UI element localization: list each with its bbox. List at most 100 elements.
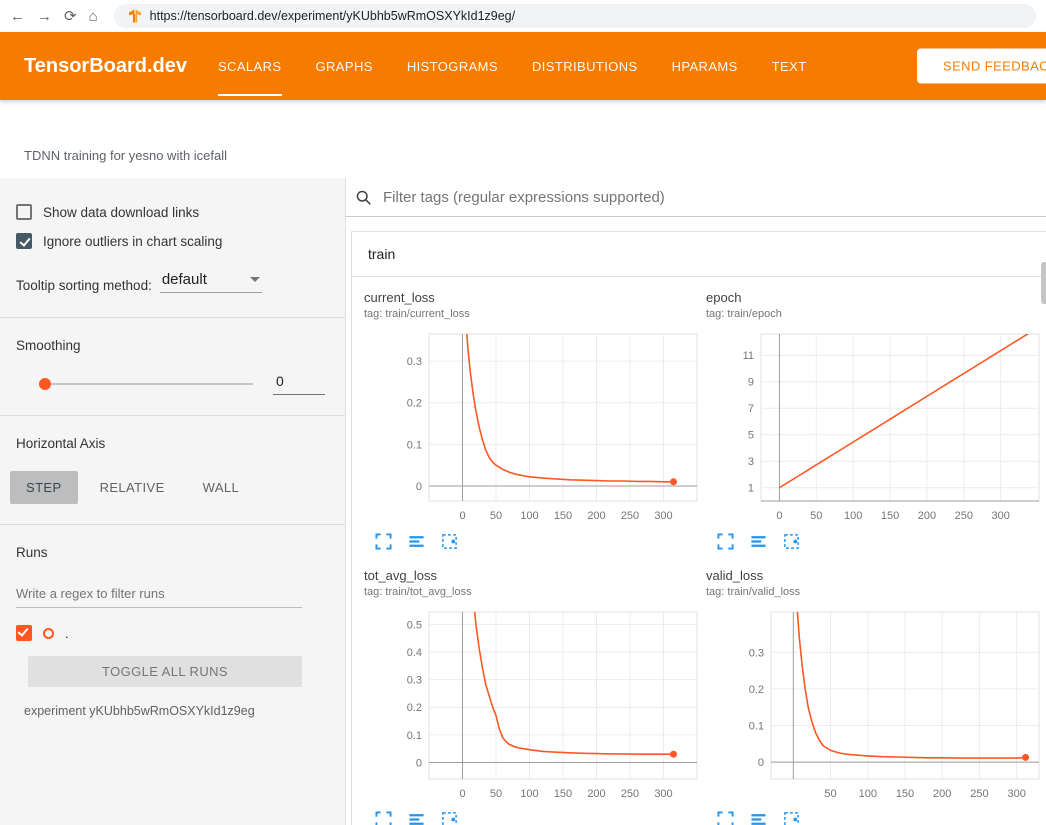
chart-card-current_loss: current_losstag: train/current_loss05010… [364,289,706,551]
runs-label: Runs [16,545,329,560]
chart-toolbar [717,533,1046,551]
fit-domain-icon[interactable] [783,811,801,825]
fullscreen-icon[interactable] [717,533,735,551]
toggle-all-runs-button[interactable]: TOGGLE ALL RUNS [28,656,302,687]
line-chart-epoch[interactable]: 0501001502002503001357911 [706,331,1042,527]
fit-domain-icon[interactable] [441,533,459,551]
fullscreen-icon[interactable] [375,533,393,551]
svg-text:200: 200 [918,510,936,522]
svg-text:250: 250 [955,510,973,522]
smoothing-slider-thumb[interactable] [39,378,51,390]
show-download-links-checkbox-row[interactable]: Show data download links [16,204,329,220]
svg-text:50: 50 [810,510,822,522]
tooltip-sorting-row: Tooltip sorting method: default [16,271,329,297]
smoothing-label: Smoothing [16,338,329,353]
svg-text:150: 150 [554,510,572,522]
svg-text:0.1: 0.1 [749,721,764,733]
tooltip-sorting-label: Tooltip sorting method: [16,278,152,293]
filter-tags-row [346,178,1046,217]
scrollbar-thumb[interactable] [1041,262,1046,304]
tooltip-sorting-select[interactable]: default [160,271,262,293]
chart-toolbar [717,811,1046,825]
forward-icon[interactable]: → [37,9,52,24]
reload-icon[interactable]: ⟳ [64,9,77,24]
ignore-outliers-label: Ignore outliers in chart scaling [43,234,222,249]
line-chart-tot_avg_loss[interactable]: 05010015020025030000.10.20.30.40.5 [364,609,700,805]
experiment-title: TDNN training for yesno with icefall [24,148,227,163]
smoothing-value-field[interactable]: 0 [273,373,325,395]
svg-text:0: 0 [459,788,465,800]
svg-text:0.1: 0.1 [407,439,422,451]
svg-text:7: 7 [748,403,754,415]
settings-sidebar: Show data download links Ignore outliers… [0,178,346,825]
svg-text:0: 0 [416,481,422,493]
tensorboard-favicon [128,9,142,23]
back-icon[interactable]: ← [10,9,25,24]
svg-text:0: 0 [459,510,465,522]
tab-hparams[interactable]: HPARAMS [655,32,755,100]
runs-filter-input[interactable] [16,580,302,608]
chevron-down-icon [250,277,260,282]
home-icon[interactable]: ⌂ [89,9,98,24]
svg-text:0.3: 0.3 [749,647,764,659]
send-feedback-button[interactable]: SEND FEEDBACK [917,49,1046,84]
brand-logo[interactable]: TensorBoard.dev [24,55,187,78]
horizontal-axis-buttons: STEPRELATIVEWALL [10,471,329,504]
svg-text:100: 100 [859,788,877,800]
train-section-header[interactable]: train [352,232,1046,277]
log-scale-icon[interactable] [750,533,768,551]
svg-text:11: 11 [743,350,754,362]
content: Show data download links Ignore outliers… [0,178,1046,825]
svg-text:50: 50 [490,788,502,800]
run-row[interactable]: . [16,625,329,641]
axis-button-wall[interactable]: WALL [187,471,256,504]
divider [0,415,345,416]
chart-title: current_loss [364,289,706,307]
tab-graphs[interactable]: GRAPHS [299,32,390,100]
address-bar[interactable]: https://tensorboard.dev/experiment/yKUbh… [114,4,1036,28]
search-icon [355,189,372,206]
svg-text:0.3: 0.3 [407,356,422,368]
chart-toolbar [375,811,706,825]
chart-title: valid_loss [706,567,1046,585]
tab-text[interactable]: TEXT [755,32,824,100]
svg-text:5: 5 [748,430,754,442]
smoothing-slider-row: 0 [42,373,325,395]
log-scale-icon[interactable] [750,811,768,825]
run-name: . [65,626,69,641]
axis-button-relative[interactable]: RELATIVE [84,471,181,504]
tab-histograms[interactable]: HISTOGRAMS [390,32,515,100]
smoothing-slider[interactable] [42,383,253,385]
line-chart-current_loss[interactable]: 05010015020025030000.10.20.3 [364,331,700,527]
log-scale-icon[interactable] [408,533,426,551]
fit-domain-icon[interactable] [783,533,801,551]
svg-text:300: 300 [991,510,1009,522]
svg-text:100: 100 [520,788,538,800]
chart-tag: tag: train/epoch [706,307,1046,321]
experiment-header: TDNN training for yesno with icefall [0,100,1046,178]
svg-text:1: 1 [748,483,754,495]
svg-text:0.4: 0.4 [407,647,422,659]
filter-tags-input[interactable] [381,188,1046,207]
svg-text:150: 150 [554,788,572,800]
svg-text:50: 50 [824,788,836,800]
fullscreen-icon[interactable] [375,811,393,825]
log-scale-icon[interactable] [408,811,426,825]
axis-button-step[interactable]: STEP [10,471,78,504]
chart-tag: tag: train/current_loss [364,307,706,321]
fullscreen-icon[interactable] [717,811,735,825]
chart-card-tot_avg_loss: tot_avg_losstag: train/tot_avg_loss05010… [364,567,706,825]
svg-text:0.2: 0.2 [749,684,764,696]
nav-tabs: SCALARSGRAPHSHISTOGRAMSDISTRIBUTIONSHPAR… [201,32,824,100]
ignore-outliers-checkbox-row[interactable]: Ignore outliers in chart scaling [16,233,329,249]
svg-text:250: 250 [621,788,639,800]
tab-scalars[interactable]: SCALARS [201,32,299,100]
fit-domain-icon[interactable] [441,811,459,825]
chart-card-epoch: epochtag: train/epoch0501001502002503001… [706,289,1046,551]
tab-distributions[interactable]: DISTRIBUTIONS [515,32,655,100]
experiment-note: experiment yKUbhb5wRmOSXYkId1z9eg [24,704,329,718]
line-chart-valid_loss[interactable]: 5010015020025030000.10.20.3 [706,609,1042,805]
run-color-swatch-icon [43,628,54,639]
svg-text:3: 3 [748,456,754,468]
horizontal-axis-label: Horizontal Axis [16,436,329,451]
